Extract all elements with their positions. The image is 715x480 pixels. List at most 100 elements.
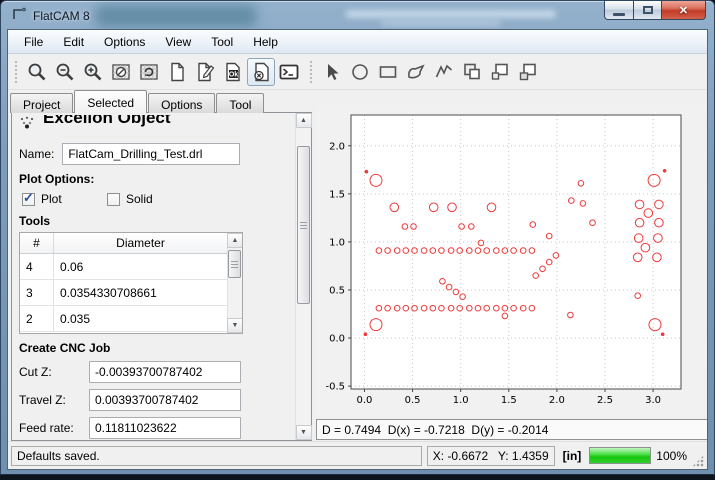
zoom-in-button[interactable] [79, 58, 107, 86]
feedrate-label: Feed rate: [19, 421, 89, 435]
new-document-button[interactable] [163, 58, 191, 86]
zoom-out-icon [54, 61, 76, 83]
copy-geometry-button[interactable] [486, 58, 514, 86]
svg-text:0.0: 0.0 [329, 334, 345, 345]
feedrate-input[interactable] [89, 417, 241, 439]
replot-icon [138, 61, 160, 83]
toolbar-grip[interactable] [14, 60, 19, 84]
plot-canvas[interactable]: 0.00.51.01.52.02.53.0-0.50.00.51.01.52.0 [316, 106, 708, 416]
travelz-label: Travel Z: [19, 393, 89, 407]
scroll-down-icon[interactable]: ▼ [296, 425, 312, 440]
check-icon: ✓ [23, 193, 34, 203]
table-row[interactable]: 3 0.0354330708661 [20, 280, 227, 306]
draw-rectangle-button[interactable] [374, 58, 402, 86]
selected-object-panel: Excellon Object Name: Plot Options: ✓ Pl… [11, 112, 312, 441]
draw-polyline-icon [433, 61, 455, 83]
tab-options[interactable]: Options [148, 93, 215, 113]
zoom-in-icon [82, 61, 104, 83]
tab-selected[interactable]: Selected [74, 90, 147, 113]
cnc-job-label: Create CNC Job [19, 341, 291, 355]
table-scrollbar[interactable]: ▲ ▼ [227, 233, 242, 333]
shell-icon [278, 61, 300, 83]
menu-bar: File Edit Options View Tool Help [8, 30, 707, 54]
svg-text:1.5: 1.5 [329, 189, 345, 200]
minimize-icon [613, 13, 625, 16]
glass-blur [381, 20, 501, 26]
close-icon: ✕ [679, 4, 688, 17]
svg-text:2.5: 2.5 [597, 395, 613, 406]
toolbar-grip[interactable] [309, 60, 314, 84]
shell-button[interactable] [275, 58, 303, 86]
replot-button[interactable] [135, 58, 163, 86]
svg-text:0.5: 0.5 [329, 285, 345, 296]
accept-document-button[interactable]: Ok [219, 58, 247, 86]
draw-circle-icon [349, 61, 371, 83]
name-input[interactable] [62, 143, 240, 165]
copy-objects-button[interactable] [458, 58, 486, 86]
tools-label: Tools [19, 214, 291, 228]
measurement-bar: D = 0.7494 D(x) = -0.7218 D(y) = -0.2014 [316, 419, 708, 440]
cancel-document-button[interactable] [247, 58, 275, 86]
table-row[interactable]: 2 0.035 [20, 306, 227, 332]
app-window: FlatCAM 8 ✕ File Edit Options View Tool … [0, 0, 715, 475]
tab-tool[interactable]: Tool [216, 93, 264, 113]
solid-checkbox[interactable]: Solid [107, 192, 153, 206]
draw-polygon-button[interactable] [402, 58, 430, 86]
new-document-icon [166, 61, 188, 83]
zoom-fit-button[interactable] [23, 58, 51, 86]
progress-fill [590, 448, 650, 463]
draw-polygon-icon [405, 61, 427, 83]
maximize-button[interactable] [634, 1, 662, 20]
status-bar: Defaults saved. X: -0.6672 Y: 1.4359 [in… [8, 441, 707, 469]
paste-geometry-icon [517, 61, 539, 83]
copy-geometry-icon [489, 61, 511, 83]
progress-bar [589, 447, 651, 464]
tools-table: # Diameter 4 0.06 3 0.0354330708661 2 [19, 232, 243, 334]
svg-text:-0.5: -0.5 [325, 382, 345, 393]
excellon-drill-icon [19, 116, 35, 133]
draw-rectangle-icon [377, 61, 399, 83]
zoom-out-button[interactable] [51, 58, 79, 86]
svg-text:1.0: 1.0 [329, 237, 345, 248]
menu-tool[interactable]: Tool [201, 32, 243, 52]
plot-options-label: Plot Options: [19, 172, 291, 186]
plot-checkbox[interactable]: ✓ Plot [22, 192, 107, 206]
scroll-up-icon[interactable]: ▲ [227, 233, 243, 248]
paste-geometry-button[interactable] [514, 58, 542, 86]
status-message: Defaults saved. [11, 446, 422, 466]
svg-text:0.5: 0.5 [405, 395, 421, 406]
menu-edit[interactable]: Edit [53, 32, 94, 52]
draw-polyline-button[interactable] [430, 58, 458, 86]
draw-circle-button[interactable] [346, 58, 374, 86]
tab-bar: Project Selected Options Tool [10, 90, 265, 113]
close-button[interactable]: ✕ [662, 1, 706, 20]
minimize-button[interactable] [604, 1, 634, 20]
svg-text:0.0: 0.0 [357, 395, 373, 406]
tools-table-header: # Diameter [20, 233, 227, 254]
plot-svg: 0.00.51.01.52.02.53.0-0.50.00.51.01.52.0 [316, 106, 708, 416]
client-area: File Edit Options View Tool Help Ok [7, 29, 708, 470]
progress-percent: 100% [656, 449, 687, 463]
window-title: FlatCAM 8 [33, 9, 90, 23]
clear-plot-icon [110, 61, 132, 83]
select-pointer-button[interactable] [318, 58, 346, 86]
menu-file[interactable]: File [14, 32, 53, 52]
title-bar[interactable]: FlatCAM 8 ✕ [1, 1, 714, 29]
cutz-input[interactable] [89, 361, 241, 383]
edit-document-button[interactable] [191, 58, 219, 86]
table-row[interactable]: 4 0.06 [20, 254, 227, 280]
menu-view[interactable]: View [155, 32, 201, 52]
menu-options[interactable]: Options [94, 32, 155, 52]
mouse-coordinates: X: -0.6672 Y: 1.4359 [427, 446, 555, 466]
tool-bar: Ok [8, 54, 707, 90]
clear-plot-button[interactable] [107, 58, 135, 86]
panel-title: Excellon Object [43, 115, 171, 128]
menu-help[interactable]: Help [243, 32, 288, 52]
resize-grip-icon[interactable] [692, 455, 704, 467]
scroll-up-icon[interactable]: ▲ [296, 113, 312, 128]
units-label: [in] [560, 449, 585, 463]
tab-project[interactable]: Project [10, 93, 73, 113]
travelz-input[interactable] [89, 389, 241, 411]
panel-scrollbar[interactable]: ▲ ▼ [295, 113, 311, 440]
scroll-down-icon[interactable]: ▼ [227, 318, 243, 333]
